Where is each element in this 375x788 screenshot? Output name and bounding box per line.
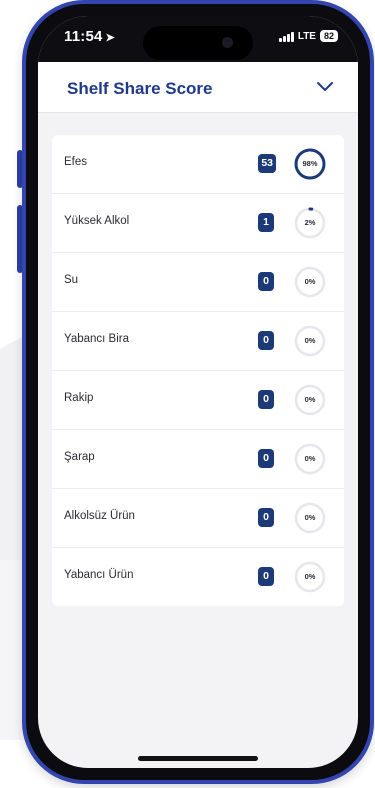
count-badge: 0 [258,567,274,586]
percent-gauge: 0% [292,559,328,595]
count-badge: 0 [258,331,274,350]
percent-label: 0% [304,513,316,522]
battery-icon: 82 [319,30,338,42]
chevron-down-icon[interactable] [316,79,334,93]
status-time-text: 11:54 [64,28,103,45]
camera-icon [222,37,233,48]
count-badge: 1 [258,213,274,232]
percent-gauge: 0% [292,500,328,536]
category-label: Şarap [64,451,95,463]
category-label: Yabancı Bira [64,333,129,345]
count-badge: 0 [258,508,274,527]
phone-screen: 11:54 ➤ LTE 82 Shelf Share Score Efes 53… [38,16,358,768]
category-label: Alkolsüz Ürün [64,510,135,522]
percent-label: 0% [304,395,316,404]
dynamic-island [143,26,253,60]
category-label: Efes [64,156,88,168]
home-indicator [138,756,258,761]
percent-gauge: 98% [292,146,328,182]
percent-gauge: 0% [292,264,328,300]
list-item[interactable]: Rakip 0 0% [52,371,344,430]
category-label: Rakip [64,392,94,404]
status-indicators: LTE 82 [279,30,338,42]
count-badge: 0 [258,390,274,409]
page-title: Shelf Share Score [67,79,213,98]
location-arrow-icon: ➤ [105,32,115,44]
status-time: 11:54 ➤ [64,28,115,45]
percent-label: 98% [302,159,318,168]
percent-gauge: 0% [292,382,328,418]
category-label: Yüksek Alkol [64,215,130,227]
percent-label: 0% [304,277,316,286]
list-item[interactable]: Yüksek Alkol 1 2% [52,194,344,253]
list-item[interactable]: Yabancı Bira 0 0% [52,312,344,371]
phone-frame: 11:54 ➤ LTE 82 Shelf Share Score Efes 53… [22,0,374,784]
count-badge: 0 [258,449,274,468]
count-badge: 53 [258,154,276,173]
battery-level: 82 [323,31,334,41]
carrier-label: LTE [297,30,316,42]
list-item[interactable]: Yabancı Ürün 0 0% [52,548,344,606]
category-label: Su [64,274,79,286]
percent-label: 0% [304,572,316,581]
signal-bars-icon [279,31,294,42]
stage: 11:54 ➤ LTE 82 Shelf Share Score Efes 53… [0,0,375,788]
shelf-share-list: Efes 53 98% Yüksek Alkol 1 2% Su 0 0% Yabancı Bir… [52,135,344,606]
list-item[interactable]: Alkolsüz Ürün 0 0% [52,489,344,548]
percent-label: 0% [304,454,316,463]
list-item[interactable]: Efes 53 98% [52,135,344,194]
percent-label: 0% [304,336,316,345]
category-label: Yabancı Ürün [64,569,134,581]
percent-gauge: 0% [292,323,328,359]
status-bar: 11:54 ➤ LTE 82 [38,16,358,62]
page-header: Shelf Share Score [38,62,358,113]
percent-gauge: 0% [292,441,328,477]
percent-gauge: 2% [292,205,328,241]
percent-label: 2% [304,218,316,227]
count-badge: 0 [258,272,274,291]
list-item[interactable]: Şarap 0 0% [52,430,344,489]
list-item[interactable]: Su 0 0% [52,253,344,312]
